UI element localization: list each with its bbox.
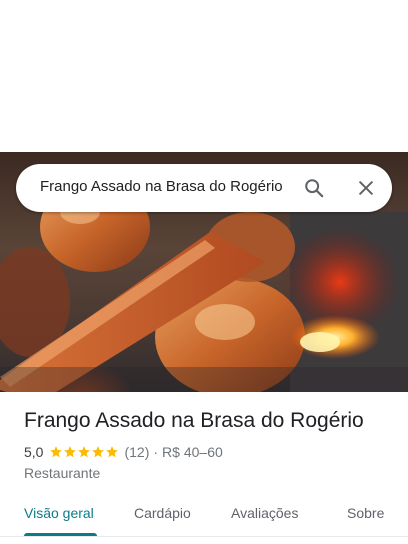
close-icon-glyph bbox=[359, 181, 373, 195]
place-category: Restaurante bbox=[24, 465, 101, 481]
search-icon-glyph bbox=[305, 179, 324, 198]
search-icon[interactable] bbox=[300, 174, 328, 202]
star-icon bbox=[78, 446, 91, 458]
star-icon bbox=[50, 446, 63, 458]
star-rating bbox=[49, 445, 119, 459]
star-icon bbox=[106, 446, 119, 458]
separator: · bbox=[153, 444, 159, 460]
review-count[interactable]: (12) bbox=[124, 444, 149, 460]
tab-overview[interactable]: Visão geral bbox=[24, 505, 94, 521]
star-icon bbox=[64, 446, 77, 458]
tabs-divider bbox=[0, 536, 408, 537]
rating-value: 5,0 bbox=[24, 444, 44, 460]
star-icon bbox=[92, 446, 105, 458]
tab-reviews[interactable]: Avaliações bbox=[231, 505, 298, 521]
search-bar[interactable]: Frango Assado na Brasa do Rogério bbox=[16, 164, 392, 212]
place-tabs: Visão geral Cardápio Avaliações Sobre bbox=[0, 494, 408, 536]
tab-about[interactable]: Sobre bbox=[347, 505, 384, 521]
search-input[interactable]: Frango Assado na Brasa do Rogério bbox=[40, 178, 283, 195]
tab-menu[interactable]: Cardápio bbox=[134, 505, 191, 521]
price-range: R$ 40–60 bbox=[162, 444, 223, 460]
rating-row[interactable]: 5,0 (12) · R$ 40–60 bbox=[24, 444, 223, 460]
place-title: Frango Assado na Brasa do Rogério bbox=[24, 409, 364, 432]
close-icon[interactable] bbox=[352, 174, 380, 202]
map-blank-area bbox=[0, 0, 408, 152]
